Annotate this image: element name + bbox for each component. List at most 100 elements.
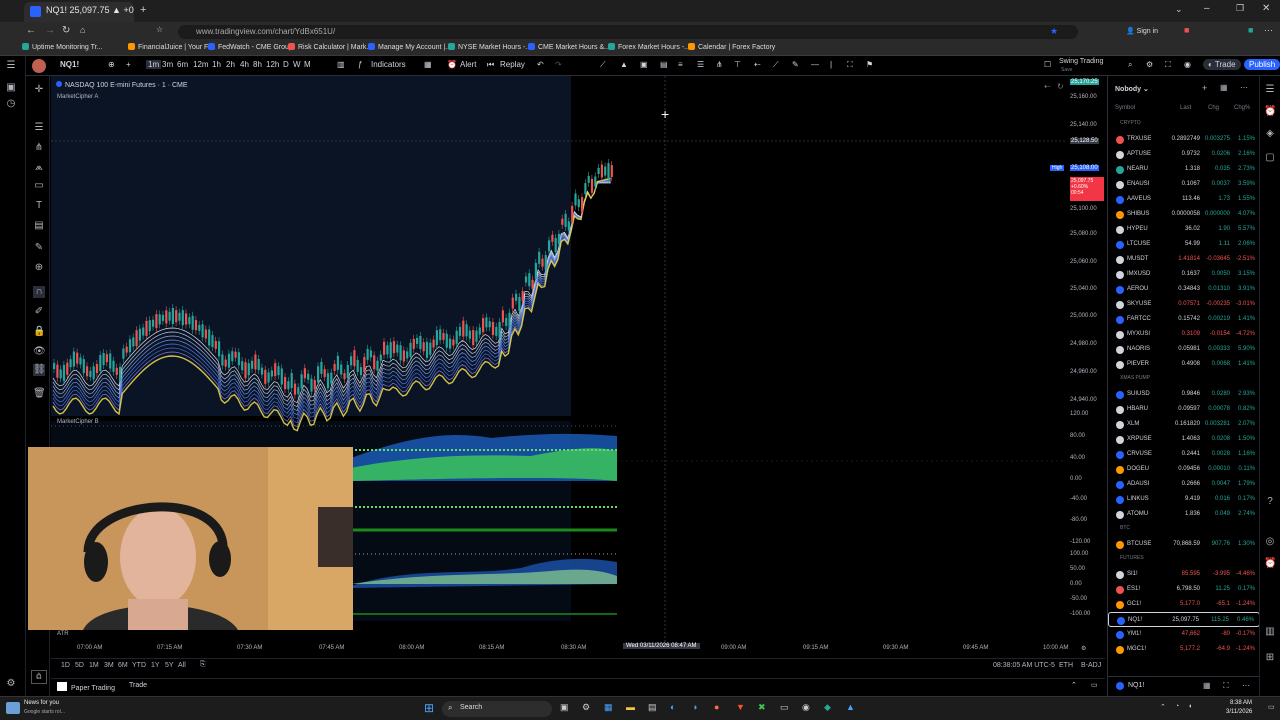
weather-icon[interactable] [6,702,20,714]
watchlist-name-dropdown[interactable]: Nobody ⌄ [1115,85,1149,93]
notification-icon[interactable]: ▭ [1268,703,1275,711]
minimize-window-icon[interactable]: – [1204,3,1210,14]
history-icon[interactable]: ◷ [5,98,17,110]
watchlist-more-icon[interactable]: ⋯ [1240,83,1248,92]
bookmark-item[interactable]: FinancialJuice | Your Fi... [128,43,216,51]
favorite-star-icon[interactable]: ★ [1050,26,1058,37]
axis-settings-icon[interactable]: ⚙ [1081,645,1086,652]
watchlist-section-title[interactable]: FUTURES [1120,555,1144,561]
watchlist-row[interactable]: SHIBUS 0.0000058 0.000000 4.07% [1108,207,1260,222]
publish-button[interactable]: Publish [1244,59,1280,70]
adjust-toggle[interactable]: B-ADJ [1081,662,1101,669]
trash-icon[interactable]: 🗑 [33,388,46,400]
watchlist-section-title[interactable]: BTC [1120,525,1130,531]
grid-menu-icon[interactable]: ⊞ [1264,652,1276,664]
range-1y[interactable]: 1Y [151,662,160,669]
close-window-icon[interactable]: ✕ [1262,3,1270,14]
notes-tool-icon[interactable]: ▤ [33,220,45,232]
footer-symbol[interactable]: NQ1! [1128,682,1144,689]
stay-drawing-icon[interactable]: ✐ [33,306,45,318]
app-3-icon[interactable]: ▲ [846,702,855,712]
interval-4h[interactable]: 4h [240,60,249,69]
watchlist-row[interactable]: LINKUS 9.419 0.016 0.17% [1108,492,1260,507]
watchlist-row[interactable]: YM1! 47,662 -80 -0.17% [1108,627,1260,642]
watchlist-row[interactable]: SI1! 85.595 -3.995 -4.46% [1108,567,1260,582]
position-tool-icon[interactable]: ☰ [697,60,704,69]
watchlist-row[interactable]: APTUSE 0.9732 0.0206 2.16% [1108,147,1260,162]
chart-type-icon[interactable]: ▥ [337,60,345,69]
utc-clock[interactable]: 08:38:05 AM UTC-5 [993,662,1055,669]
hide-icon[interactable]: 👁 [33,346,46,358]
wifi-icon[interactable]: ◔ [1175,703,1179,710]
watchlist-row[interactable]: ATOMU 1.836 0.049 2.74% [1108,507,1260,522]
app-icon[interactable]: ▭ [780,702,789,713]
add-symbol-icon[interactable]: + [126,60,131,69]
pen-tool-icon[interactable]: ✎ [792,60,799,69]
layout-save-label[interactable]: Save [1061,67,1072,73]
price-axis[interactable]: 25,170.25 25,160.00 25,140.00 25,128.50 … [1050,76,1106,656]
session-toggle[interactable]: ETH [1059,662,1073,669]
watchlist-row[interactable]: HBARU 0.09597 0.00078 0.82% [1108,402,1260,417]
pitchfork-icon[interactable]: ⋔ [33,142,45,154]
settings-icon[interactable]: ⚙ [1146,60,1153,69]
fullscreen-icon[interactable]: ⛶ [847,60,853,70]
search-icon[interactable]: ⌕ [1128,60,1132,70]
lines-tool-icon[interactable]: ☰ [33,122,45,134]
symbol-search-input[interactable]: NQ1! [60,60,79,69]
crosshair-tool-icon[interactable]: ✛ [33,84,45,96]
interval-d[interactable]: D [283,60,289,69]
clock-date[interactable]: 3/11/2026 [1226,709,1252,715]
interval-8h[interactable]: 8h [253,60,262,69]
watchlist-layout-icon[interactable]: ▦ [1220,83,1228,92]
interval-6m[interactable]: 6m [177,60,188,69]
back-icon[interactable]: ← [26,25,36,36]
undo-icon[interactable]: ↶ [537,60,544,69]
edge-app-icon[interactable]: ◐ [670,702,675,712]
edge-dev-app-icon[interactable]: ◑ [692,702,697,712]
watchlist-row[interactable]: NEARU 1.318 0.035 2.73% [1108,162,1260,177]
explorer-app-icon[interactable]: ▬ [626,702,635,712]
interval-12h[interactable]: 12h [266,60,279,69]
watchlist-row[interactable]: XLM 0.161820 0.003281 2.07% [1108,417,1260,432]
app-2-icon[interactable]: ◆ [824,702,831,713]
bookmark-item[interactable]: Calendar | Forex Factory [688,43,775,51]
rectangle-tool-icon[interactable]: ▣ [640,60,648,69]
calendar-icon[interactable]: ▥ [1264,626,1276,638]
fullscreen-chart-icon[interactable]: ⛶ [1165,60,1171,70]
bookmark-item[interactable]: NYSE Market Hours -... [448,43,531,51]
obs-app-icon[interactable]: ◉ [802,702,810,713]
watchlist-section-title[interactable]: CRYPTO [1120,120,1141,126]
avatar[interactable] [32,59,46,73]
bookmark-item[interactable]: FedWatch - CME Group [208,43,293,51]
footer-layout-icon[interactable]: ▦ [1203,681,1211,690]
store-app-icon[interactable]: ▦ [604,702,613,713]
paper-trading-tab[interactable]: Paper Trading [57,682,115,692]
watchlist-row[interactable]: HYPEU 36.02 1.90 5.57% [1108,222,1260,237]
help-icon[interactable]: ? [1264,496,1276,508]
layers-icon[interactable]: ◈ [1264,128,1276,140]
range-1m[interactable]: 1M [89,662,99,669]
goto-date-icon[interactable]: ⎘ [200,661,206,669]
news-widget-subtitle[interactable]: Google starts rol... [24,709,65,715]
collapse-panel-icon[interactable]: ⌃ [1071,681,1077,689]
bookmark-item[interactable]: Risk Calculator | Mark... [288,43,372,51]
watchlist-row[interactable]: LTCUSE 54.99 1.11 2.06% [1108,237,1260,252]
alert-button[interactable]: Alert [460,60,476,69]
column-chgp[interactable]: Chg% [1234,105,1250,111]
zoom-tool-icon[interactable]: ⊕ [33,262,45,274]
notepad-app-icon[interactable]: ▤ [648,702,657,713]
watchlist-row[interactable]: SKYUSE 0.07571 -0.00235 -3.01% [1108,297,1260,312]
watchlist-row[interactable]: ES1! 6,798.50 11.25 0.17% [1108,582,1260,597]
watchlist-row[interactable]: FARTCC 0.15742 0.00219 1.41% [1108,312,1260,327]
maximize-panel-icon[interactable]: ▭ [1091,681,1098,689]
bookmark-item[interactable]: CME Market Hours &... [528,43,610,51]
paper-trade-tab[interactable]: Trade [129,682,147,689]
flag-icon[interactable]: ⚑ [866,60,873,69]
bookmark-item[interactable]: Manage My Account |... [368,43,451,51]
settings-app-icon[interactable]: ⚙ [582,702,590,713]
interval-w[interactable]: W [293,60,301,69]
reload-icon[interactable]: ↻ [62,25,70,36]
lock-icon[interactable]: 🔒 [33,326,45,338]
trade-button[interactable]: ◐ Trade [1203,59,1241,70]
chat-icon[interactable]: ▢ [1264,152,1276,164]
